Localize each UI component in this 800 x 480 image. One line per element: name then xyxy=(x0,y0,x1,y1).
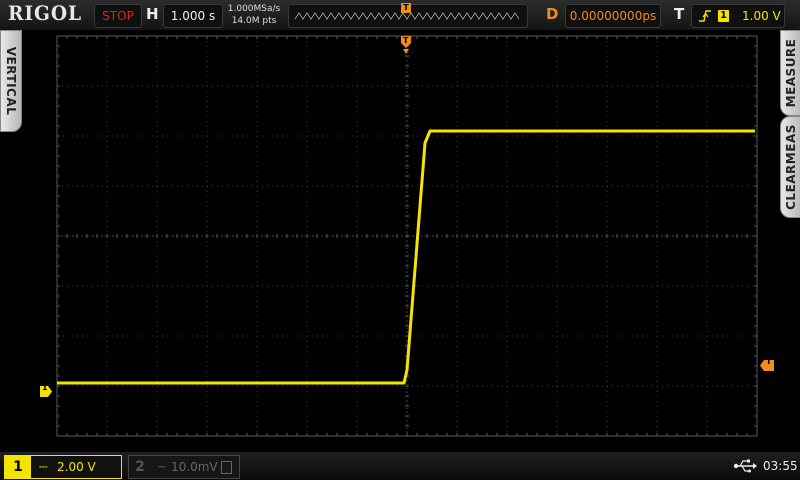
ch1-settings[interactable]: 1 ⎓ 2.00 V xyxy=(4,455,122,479)
ch2-settings[interactable]: 2 ~ 10.0mV xyxy=(128,455,240,479)
ch1-badge: 1 xyxy=(5,456,31,478)
system-clock: 03:55 xyxy=(763,459,798,473)
ch1-waveform-trace xyxy=(57,129,755,385)
ch1-coupling-icon: ⎓ xyxy=(39,460,48,473)
trigger-position-marker[interactable]: T xyxy=(400,36,412,54)
ch2-scale: 10.0mV xyxy=(171,460,218,474)
trigger-level-marker[interactable]: T xyxy=(760,356,774,371)
waveform-display[interactable] xyxy=(0,0,800,452)
trigger-position-marker-label: T xyxy=(403,36,409,45)
ch2-coupling-icon: ~ xyxy=(157,460,167,473)
ch1-offset-marker[interactable]: 1 xyxy=(40,382,52,397)
trigger-level-marker-label: T xyxy=(766,357,772,366)
ch2-bandwidth-limit-icon xyxy=(221,461,232,474)
bottom-status-bar: 1 ⎓ 2.00 V 2 ~ 10.0mV 03:55 xyxy=(0,452,800,480)
ch2-badge: 2 xyxy=(135,459,145,475)
usb-icon xyxy=(733,459,757,473)
ch1-offset-marker-label: 1 xyxy=(42,383,48,392)
ch1-scale: 2.00 V xyxy=(57,460,96,474)
